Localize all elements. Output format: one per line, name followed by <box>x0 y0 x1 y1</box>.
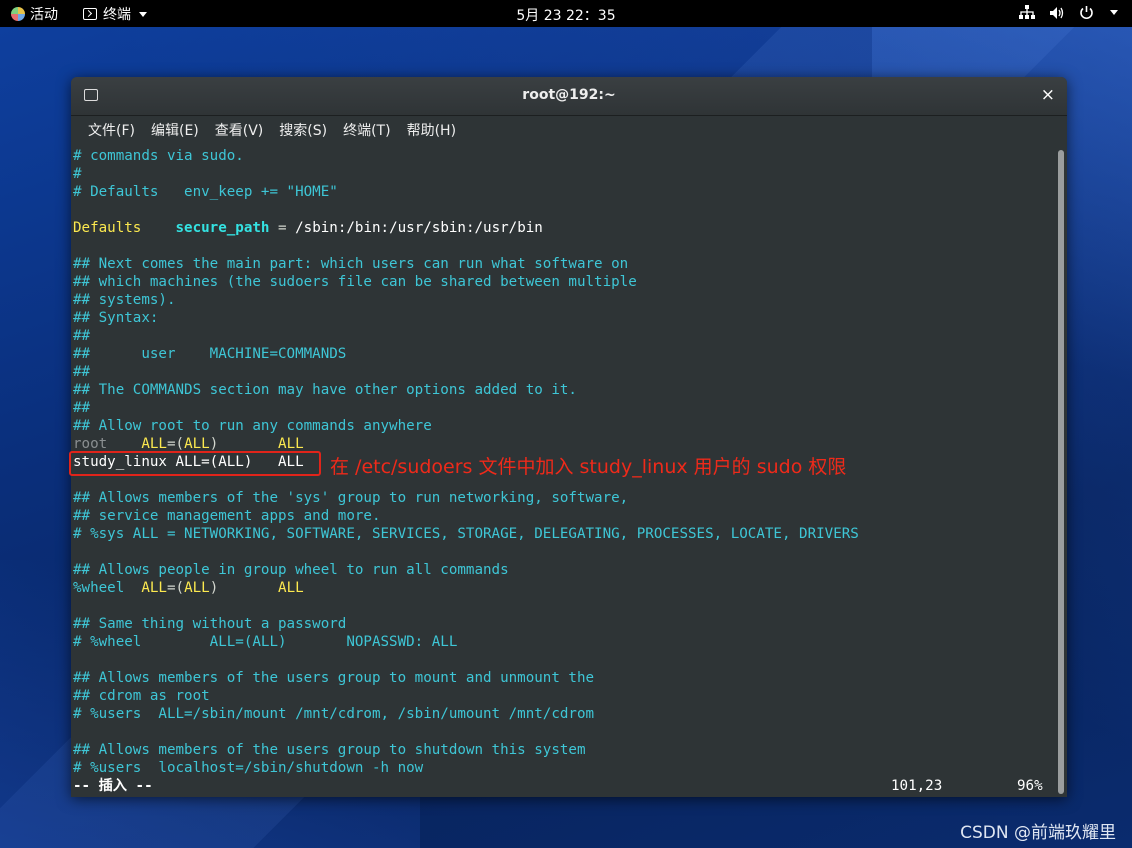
menu-file[interactable]: 文件(F) <box>80 116 143 146</box>
terminal-line: ## Allows members of the users group to … <box>73 670 595 686</box>
terminal-line: Defaults secure_path = /sbin:/bin:/usr/s… <box>73 220 543 236</box>
terminal-line: ## Allows members of the users group to … <box>73 742 586 758</box>
terminal-line: ## Allows people in group wheel to run a… <box>73 562 509 578</box>
terminal-line: ## user MACHINE=COMMANDS <box>73 346 347 362</box>
terminal-line: # %sys ALL = NETWORKING, SOFTWARE, SERVI… <box>73 526 859 542</box>
terminal-line: # %users ALL=/sbin/mount /mnt/cdrom, /sb… <box>73 706 595 722</box>
terminal-line: ## <box>73 328 91 344</box>
terminal-line: ## Next comes the main part: which users… <box>73 256 629 272</box>
highlight-box <box>69 451 321 476</box>
terminal-line: # commands via sudo. <box>73 148 244 164</box>
clock[interactable]: 5月 23 22：35 <box>0 5 1132 25</box>
cursor-position: 101,23 <box>891 778 943 794</box>
terminal-line: ## cdrom as root <box>73 688 210 704</box>
terminal-line: ## Allow root to run any commands anywhe… <box>73 418 432 434</box>
chevron-down-icon <box>1110 10 1118 15</box>
volume-icon <box>1050 6 1064 19</box>
terminal-line: # %users localhost=/sbin/shutdown -h now <box>73 760 424 776</box>
system-tray[interactable] <box>1019 5 1118 20</box>
menu-edit[interactable]: 编辑(E) <box>143 116 207 146</box>
vim-mode-indicator: -- 插入 -- <box>73 778 153 794</box>
terminal-line: ## systems). <box>73 292 176 308</box>
terminal-line: ## Allows members of the 'sys' group to … <box>73 490 629 506</box>
network-icon <box>1019 5 1035 19</box>
terminal-line: ## service management apps and more. <box>73 508 381 524</box>
terminal-window: root@192:~ × 文件(F) 编辑(E) 查看(V) 搜索(S) 终端(… <box>71 77 1067 797</box>
terminal-line: ## <box>73 400 91 416</box>
close-button[interactable]: × <box>1041 85 1055 105</box>
terminal-line: ## <box>73 364 91 380</box>
menu-help[interactable]: 帮助(H) <box>399 116 464 146</box>
terminal-line: # %wheel ALL=(ALL) NOPASSWD: ALL <box>73 634 458 650</box>
terminal-line: ## which machines (the sudoers file can … <box>73 274 637 290</box>
scrollbar[interactable] <box>1057 150 1065 794</box>
scrollbar-thumb[interactable] <box>1058 150 1064 794</box>
menu-bar: 文件(F) 编辑(E) 查看(V) 搜索(S) 终端(T) 帮助(H) <box>71 116 1067 146</box>
terminal-line: ## The COMMANDS section may have other o… <box>73 382 577 398</box>
scroll-percent: 96% <box>1017 778 1043 794</box>
terminal-line: %wheel ALL=(ALL) ALL <box>73 580 304 596</box>
power-icon <box>1080 6 1093 20</box>
window-titlebar[interactable]: root@192:~ × <box>71 77 1067 116</box>
terminal-line: ## Syntax: <box>73 310 159 326</box>
terminal-line: # <box>73 166 82 182</box>
terminal-line: ## Same thing without a password <box>73 616 347 632</box>
window-title: root@192:~ <box>522 87 616 103</box>
watermark: CSDN @前端玖耀里 <box>960 823 1116 843</box>
menu-terminal[interactable]: 终端(T) <box>335 116 398 146</box>
annotation-text: 在 /etc/sudoers 文件中加入 study_linux 用户的 sud… <box>330 456 847 478</box>
top-bar: 活动 终端 5月 23 22：35 <box>0 0 1132 27</box>
menu-view[interactable]: 查看(V) <box>207 116 272 146</box>
terminal-line: # Defaults env_keep += "HOME" <box>73 184 338 200</box>
menu-search[interactable]: 搜索(S) <box>271 116 335 146</box>
